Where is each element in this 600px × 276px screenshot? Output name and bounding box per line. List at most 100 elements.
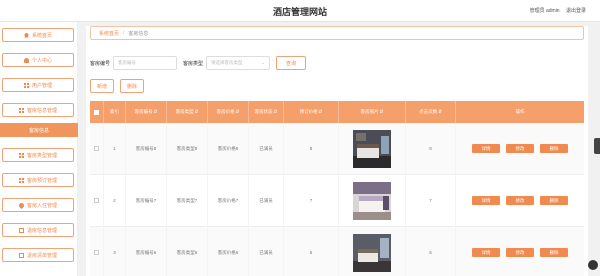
sort-icon: ⇵: [318, 109, 323, 114]
col-room-no[interactable]: 客房编号 ⇵: [126, 101, 167, 123]
room-no-label: 客房编号: [90, 60, 111, 67]
chevron-down-icon: ⌄: [261, 60, 266, 65]
sidebar-item-checkout[interactable]: 退房信息管理: [2, 223, 74, 237]
select-all-checkbox[interactable]: [94, 109, 99, 115]
table-row: 2 客房编号7 客房类型7 客房价格7 已满员 7 7 详情 修改 删除: [90, 174, 584, 227]
main-panel: 系统首页 / 客房信息 客房编号 客房编号 客房类型 请选择客房类型 ⌄ 查询 …: [86, 26, 588, 276]
grid-icon: [18, 152, 24, 158]
sort-icon: ⇵: [153, 109, 158, 114]
detail-button[interactable]: 详情: [472, 144, 500, 153]
cell-clicks: 6: [406, 226, 456, 276]
cell-room-price: 客房价格7: [208, 174, 249, 227]
sidebar-item-home[interactable]: 系统首页: [2, 28, 74, 42]
cell-photo: [339, 174, 406, 227]
cell-room-price: 客房价格6: [208, 226, 249, 276]
breadcrumb-current: 客房信息: [128, 30, 149, 37]
edit-button[interactable]: 修改: [506, 196, 534, 205]
cell-clicks: 8: [406, 122, 456, 175]
search-bar: 客房编号 客房编号 客房类型 请选择客房类型 ⌄ 查询: [90, 56, 307, 70]
edit-button[interactable]: 修改: [506, 144, 534, 153]
room-type-label: 客房类型: [183, 60, 204, 67]
user-icon: [23, 57, 29, 63]
doc-icon: [18, 252, 24, 258]
detail-button[interactable]: 详情: [472, 196, 500, 205]
col-book-price[interactable]: 预订价格 ⇵: [284, 101, 339, 123]
batch-delete-button[interactable]: 删除: [120, 79, 144, 93]
room-photo[interactable]: [353, 181, 391, 220]
side-collapse-handle[interactable]: [594, 138, 600, 154]
row-checkbox[interactable]: [94, 198, 99, 203]
breadcrumb-home[interactable]: 系统首页: [99, 30, 119, 37]
cell-room-no: 客房编号7: [126, 174, 167, 227]
sidebar-item-room-info[interactable]: 客房信息: [0, 123, 78, 137]
breadcrumb-separator: /: [123, 30, 125, 36]
cell-room-type: 客房类型7: [167, 174, 208, 227]
grid-icon: [18, 177, 24, 183]
action-buttons: 新增 删除: [90, 79, 144, 93]
site-title: 酒店管理网站: [272, 7, 327, 17]
delete-button[interactable]: 删除: [540, 144, 568, 153]
select-all-cell: [90, 101, 104, 123]
cell-room-price: 客房价格8: [208, 122, 249, 175]
cell-actions: 详情 修改 删除: [456, 123, 584, 175]
sidebar-item-room-info-mgmt[interactable]: 客房信息管理: [2, 103, 74, 117]
col-room-type[interactable]: 客房类型 ⇵: [167, 101, 208, 123]
home-icon: [23, 32, 29, 38]
delete-button[interactable]: 删除: [540, 248, 568, 257]
col-clicks[interactable]: 点击次数 ⇵: [406, 101, 456, 123]
table-body: 1 客房编号8 客房类型8 客房价格8 已满员 8 8 详情 修改 删除 2 客…: [90, 122, 584, 276]
sidebar-item-checkin[interactable]: 客房入住管理: [2, 198, 74, 212]
row-checkbox[interactable]: [94, 250, 99, 255]
table-row: 1 客房编号8 客房类型8 客房价格8 已满员 8 8 详情 修改 删除: [90, 122, 584, 175]
room-photo[interactable]: [353, 233, 391, 272]
sidebar-item-checkout-list[interactable]: 退房清单管理: [2, 248, 74, 262]
cell-index: 3: [104, 226, 126, 276]
breadcrumb: 系统首页 / 客房信息: [90, 26, 584, 40]
delete-button[interactable]: 删除: [540, 196, 568, 205]
top-right-links: 管理员 admin 退出登录: [525, 7, 586, 14]
grid-icon: [18, 107, 24, 113]
cell-actions: 详情 修改 删除: [456, 227, 584, 276]
col-room-price[interactable]: 客房价格 ⇵: [208, 101, 249, 123]
cell-photo: [339, 122, 406, 175]
sort-icon: ⇵: [379, 109, 384, 114]
col-status[interactable]: 客房状态 ⇵: [249, 101, 284, 123]
cell-book-price: 6: [284, 226, 339, 276]
cell-room-type: 客房类型6: [167, 226, 208, 276]
room-type-placeholder: 请选择客房类型: [211, 60, 243, 65]
room-no-input[interactable]: 客房编号: [113, 56, 178, 70]
doc-icon: [18, 227, 24, 233]
cell-status: 已满员: [249, 122, 284, 175]
row-checkbox[interactable]: [94, 146, 99, 151]
query-button[interactable]: 查询: [276, 56, 307, 70]
cell-index: 2: [104, 174, 126, 227]
admin-label: 管理员 admin: [529, 8, 560, 14]
sidebar-item-profile[interactable]: 个人中心: [2, 53, 74, 67]
cell-room-no: 客房编号8: [126, 122, 167, 175]
room-table: 索引 客房编号 ⇵ 客房类型 ⇵ 客房价格 ⇵ 客房状态 ⇵ 预订价格 ⇵ 客房照片 ⇵ 点…: [90, 101, 584, 276]
sidebar-item-room-type[interactable]: 客房类型管理: [2, 148, 74, 162]
cell-status: 已满员: [249, 174, 284, 227]
sidebar-item-users[interactable]: 用户管理: [2, 78, 74, 92]
sidebar-item-room-booking[interactable]: 客房预订管理: [2, 173, 74, 187]
cell-index: 1: [104, 122, 126, 175]
cell-book-price: 8: [284, 122, 339, 175]
cell-actions: 详情 修改 删除: [456, 175, 584, 227]
col-photo[interactable]: 客房照片 ⇵: [339, 101, 406, 123]
sort-icon: ⇵: [235, 109, 240, 114]
col-actions: 操作: [515, 109, 525, 114]
back-to-top-button[interactable]: [588, 260, 598, 270]
edit-button[interactable]: 修改: [506, 248, 534, 257]
detail-button[interactable]: 详情: [472, 248, 500, 257]
room-type-select[interactable]: 请选择客房类型 ⌄: [206, 56, 271, 70]
room-photo[interactable]: [353, 129, 391, 168]
logout-link[interactable]: 退出登录: [566, 8, 586, 14]
cell-clicks: 7: [406, 174, 456, 227]
col-index: 索引: [104, 101, 126, 123]
sort-icon: ⇵: [194, 109, 199, 114]
sort-icon: ⇵: [438, 109, 442, 114]
sidebar: 系统首页 个人中心 用户管理 客房信息管理 客房信息 客房类型管理 客房预订管理…: [0, 22, 78, 276]
cell-photo: [339, 226, 406, 276]
cell-book-price: 7: [284, 174, 339, 227]
add-button[interactable]: 新增: [90, 79, 114, 93]
